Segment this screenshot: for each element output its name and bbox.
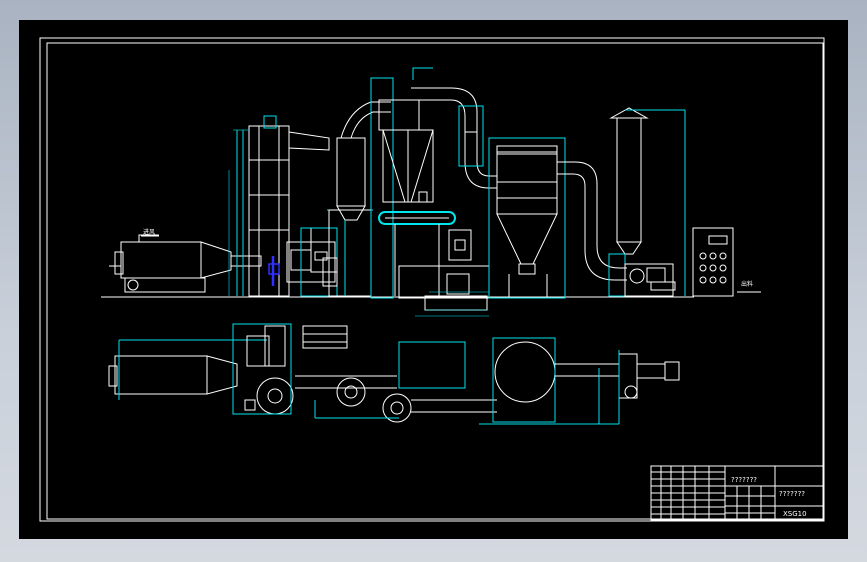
drying-tower bbox=[233, 115, 330, 297]
drawing-name: ??????? bbox=[779, 490, 805, 498]
drawing-title: ??????? bbox=[731, 476, 757, 484]
cad-drawing: 进风 出料 ??????? ??????? XSG10 bbox=[39, 37, 825, 522]
inner-border bbox=[46, 42, 824, 520]
bag-filter bbox=[488, 137, 566, 299]
screw-feeder bbox=[268, 256, 280, 286]
transfer-pipe bbox=[411, 87, 497, 189]
drawing-code: XSG10 bbox=[783, 510, 807, 518]
control-cabinet bbox=[692, 227, 734, 297]
elevation-view: 进风 出料 bbox=[101, 67, 761, 317]
outlet-label: 出料 bbox=[741, 280, 753, 288]
title-block: ??????? ??????? XSG10 bbox=[650, 465, 824, 521]
draft-fan bbox=[624, 263, 676, 297]
belt-conveyor bbox=[378, 211, 456, 296]
plan-view bbox=[108, 323, 680, 425]
inlet-label: 进风 bbox=[143, 228, 155, 236]
pulverizer bbox=[398, 229, 490, 311]
hot-air-furnace bbox=[109, 234, 262, 293]
drawing-frame: 进风 出料 ??????? ??????? XSG10 bbox=[19, 20, 848, 539]
